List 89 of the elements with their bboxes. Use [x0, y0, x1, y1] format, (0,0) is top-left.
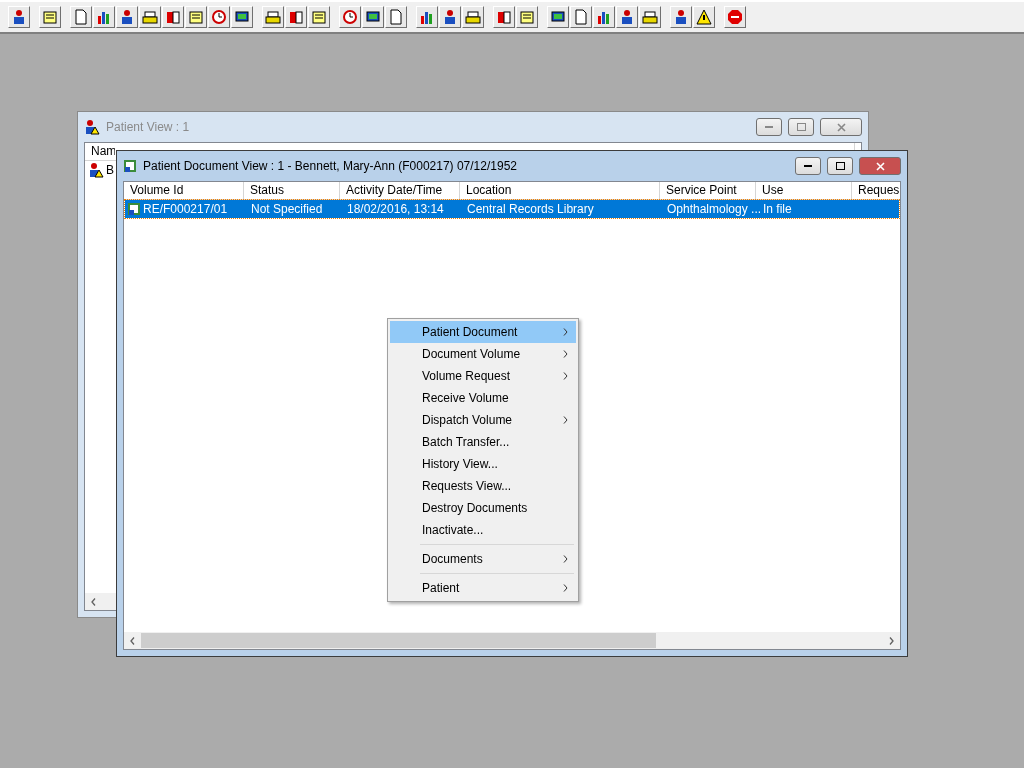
note-icon — [311, 9, 327, 25]
document-icon — [123, 159, 137, 173]
toolbar-button[interactable] — [593, 6, 615, 28]
scroll-left-icon[interactable] — [91, 597, 96, 606]
horizontal-scrollbar[interactable] — [124, 632, 900, 649]
table-cell-text: B — [106, 162, 114, 179]
table-row[interactable]: RE/F000217/01 Not Specified 18/02/2016, 13:14 Central Records Library Ophthalmology ... In file — [125, 200, 899, 218]
toolbar-button[interactable] — [285, 6, 307, 28]
window-title: Patient View : 1 — [106, 120, 191, 134]
toolbar-button[interactable] — [262, 6, 284, 28]
table-cell-text: In file — [763, 201, 792, 218]
printer-icon — [265, 9, 281, 25]
page-icon — [388, 9, 404, 25]
warning-icon — [696, 9, 712, 25]
person-icon — [119, 9, 135, 25]
scroll-left-icon[interactable] — [130, 636, 135, 645]
maximize-button[interactable] — [827, 157, 853, 175]
table-cell-text: Ophthalmology ... — [667, 201, 762, 218]
table-cell-text: RE/F000217/01 — [143, 201, 228, 218]
minimize-icon — [765, 125, 773, 129]
toolbar-button[interactable] — [616, 6, 638, 28]
menu-item[interactable]: Batch Transfer... — [390, 431, 576, 453]
page-icon — [573, 9, 589, 25]
menu-item[interactable]: Dispatch Volume — [390, 409, 576, 431]
minimize-icon — [804, 164, 812, 168]
book-icon — [165, 9, 181, 25]
note-icon — [42, 9, 58, 25]
monitor-icon — [365, 9, 381, 25]
minimize-button[interactable] — [795, 157, 821, 175]
menu-item[interactable]: Receive Volume — [390, 387, 576, 409]
stop-sign-icon — [727, 9, 743, 25]
bar-chart-icon — [419, 9, 435, 25]
toolbar-button[interactable] — [231, 6, 253, 28]
toolbar-button[interactable] — [547, 6, 569, 28]
toolbar-button[interactable] — [439, 6, 461, 28]
menu-item[interactable]: Requests View... — [390, 475, 576, 497]
toolbar-button[interactable] — [493, 6, 515, 28]
close-button[interactable] — [859, 157, 901, 175]
menu-item[interactable]: Document Volume — [390, 343, 576, 365]
menu-item[interactable]: Patient Document — [390, 321, 576, 343]
menu-item[interactable]: History View... — [390, 453, 576, 475]
note-icon — [519, 9, 535, 25]
table-cell-text: Central Records Library — [467, 201, 594, 218]
maximize-icon — [796, 123, 806, 131]
monitor-icon — [550, 9, 566, 25]
menu-item[interactable]: Inactivate... — [390, 519, 576, 541]
printer-icon — [142, 9, 158, 25]
printer-icon — [642, 9, 658, 25]
person-icon — [442, 9, 458, 25]
clock-icon — [342, 9, 358, 25]
clock-icon — [211, 9, 227, 25]
bar-chart-icon — [596, 9, 612, 25]
menu-item[interactable]: Documents — [390, 548, 576, 570]
page-icon — [73, 9, 89, 25]
column-header[interactable]: Nam — [85, 143, 115, 161]
person-icon — [619, 9, 635, 25]
person-icon — [673, 9, 689, 25]
menu-item[interactable]: Volume Request — [390, 365, 576, 387]
maximize-icon — [835, 162, 845, 170]
toolbar-button[interactable] — [693, 6, 715, 28]
toolbar-button[interactable] — [416, 6, 438, 28]
close-icon — [836, 122, 846, 132]
printer-icon — [465, 9, 481, 25]
monitor-icon — [234, 9, 250, 25]
person-warning-icon — [84, 119, 100, 135]
bar-chart-icon — [96, 9, 112, 25]
toolbar-button[interactable] — [8, 6, 30, 28]
toolbar-button[interactable] — [639, 6, 661, 28]
close-icon — [875, 161, 885, 171]
toolbar-button[interactable] — [139, 6, 161, 28]
menu-item[interactable]: Patient — [390, 577, 576, 599]
person-icon — [11, 9, 27, 25]
toolbar-button[interactable] — [162, 6, 184, 28]
menu-item[interactable]: Destroy Documents — [390, 497, 576, 519]
toolbar-button[interactable] — [116, 6, 138, 28]
toolbar-button[interactable] — [462, 6, 484, 28]
table-cell-text: 18/02/2016, 13:14 — [347, 201, 444, 218]
close-button[interactable] — [820, 118, 862, 136]
book-icon — [496, 9, 512, 25]
person-warning-icon — [88, 162, 104, 178]
note-icon — [188, 9, 204, 25]
toolbar-button[interactable] — [93, 6, 115, 28]
document-icon — [127, 202, 141, 216]
scroll-right-icon[interactable] — [889, 636, 894, 645]
window-title: Patient Document View : 1 - Bennett, Mary-Ann (F000217) 07/12/1952 — [143, 159, 518, 173]
table-cell-text: Not Specified — [251, 201, 323, 218]
book-icon — [288, 9, 304, 25]
toolbar-button[interactable] — [362, 6, 384, 28]
toolbar-button[interactable] — [670, 6, 692, 28]
